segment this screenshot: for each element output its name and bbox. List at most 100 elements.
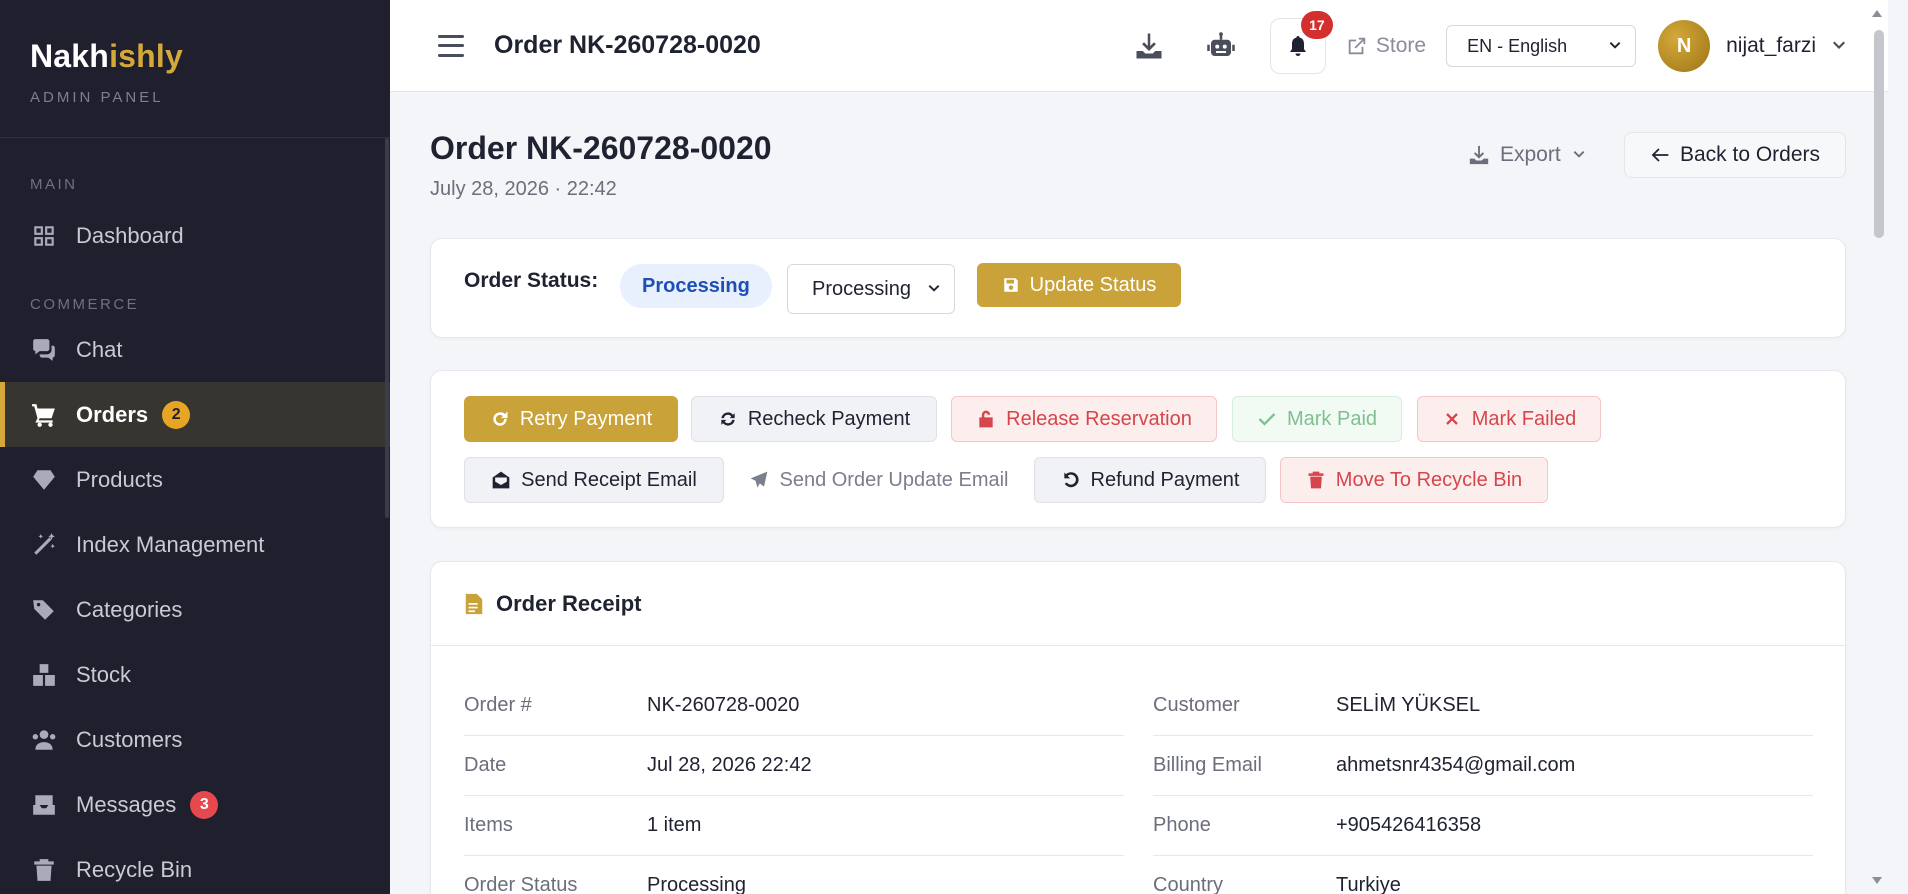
receipt-row: Date Jul 28, 2026 22:42: [464, 736, 1124, 796]
export-dropdown[interactable]: Export: [1468, 132, 1587, 178]
receipt-value: SELİM YÜKSEL: [1336, 694, 1481, 716]
sidebar-item-orders[interactable]: Orders 2: [0, 382, 390, 447]
recheck-payment-button[interactable]: Recheck Payment: [691, 396, 937, 442]
chevron-down-icon: [1573, 151, 1585, 158]
mark-paid-button[interactable]: Mark Paid: [1232, 396, 1402, 442]
sidebar-item-dashboard[interactable]: Dashboard: [0, 203, 390, 268]
status-badge: Processing: [620, 264, 772, 308]
section-label-commerce: COMMERCE: [30, 296, 140, 313]
tags-icon: [30, 596, 58, 624]
arrow-left-icon: [1651, 148, 1669, 162]
chevron-down-icon: [928, 285, 940, 292]
bell-icon: [1289, 36, 1306, 56]
order-receipt-card: Order Receipt Order # NK-260728-0020 Date…: [430, 561, 1846, 894]
menu-toggle-icon[interactable]: [438, 34, 464, 57]
undo-icon: [1063, 472, 1079, 488]
chevron-down-icon[interactable]: [1830, 37, 1848, 55]
dashboard-icon: [30, 222, 58, 250]
brand-subtitle: ADMIN PANEL: [30, 89, 164, 106]
sidebar-scrollbar[interactable]: [385, 138, 389, 518]
scroll-up-arrow[interactable]: [1872, 10, 1882, 17]
page-scrollbar[interactable]: [1874, 30, 1884, 238]
mark-failed-button[interactable]: Mark Failed: [1417, 396, 1601, 442]
receipt-key: Customer: [1153, 694, 1240, 716]
store-link[interactable]: Store: [1346, 34, 1426, 58]
avatar[interactable]: N: [1658, 20, 1711, 72]
order-date: July 28, 2026 · 22:42: [430, 178, 617, 200]
username[interactable]: nijat_farzi: [1726, 34, 1816, 58]
receipt-row: Order Status Processing: [464, 856, 1124, 894]
file-invoice-icon: [465, 593, 483, 614]
send-order-update-email-button[interactable]: Send Order Update Email: [747, 457, 1011, 503]
sidebar-item-chat[interactable]: Chat: [0, 317, 390, 382]
receipt-row: Country Turkiye: [1153, 856, 1813, 894]
sidebar-item-categories[interactable]: Categories: [0, 577, 390, 642]
receipt-value: +905426416358: [1336, 814, 1482, 836]
refund-payment-button[interactable]: Refund Payment: [1034, 457, 1266, 503]
receipt-header: Order Receipt: [431, 562, 1845, 646]
download-icon[interactable]: [1126, 23, 1172, 69]
receipt-value: Processing: [647, 874, 746, 894]
sidebar-item-label: Index Management: [76, 531, 265, 557]
sidebar-item-recycle-bin[interactable]: Recycle Bin: [0, 837, 390, 894]
scroll-down-arrow[interactable]: [1872, 877, 1882, 884]
unlock-icon: [979, 410, 993, 428]
section-label-main: MAIN: [30, 176, 78, 193]
notifications-button[interactable]: 17: [1269, 11, 1333, 74]
release-reservation-label: Release Reservation: [1006, 407, 1192, 430]
sidebar-item-customers[interactable]: Customers: [0, 707, 390, 772]
sidebar-item-label: Categories: [76, 596, 183, 622]
send-receipt-email-button[interactable]: Send Receipt Email: [464, 457, 724, 503]
wand-icon: [30, 531, 58, 559]
chat-icon: [30, 336, 58, 364]
receipt-row: Billing Email ahmetsnr4354@gmail.com: [1153, 736, 1813, 796]
messages-count-badge: 3: [190, 790, 219, 819]
close-icon: [1445, 413, 1458, 425]
retry-payment-button[interactable]: Retry Payment: [464, 396, 678, 442]
receipt-row: Customer SELİM YÜKSEL: [1153, 676, 1813, 736]
main-content: Order NK-260728-0020 July 28, 2026 · 22:…: [390, 10, 1888, 894]
receipt-row: Order # NK-260728-0020: [464, 676, 1124, 736]
robot-icon[interactable]: [1198, 23, 1244, 69]
status-select-value: Processing: [812, 277, 911, 300]
receipt-value: ahmetsnr4354@gmail.com: [1336, 754, 1576, 776]
receipt-value: NK-260728-0020: [647, 694, 800, 716]
receipt-key: Country: [1153, 874, 1224, 894]
brand-logo: Nakhishly: [30, 38, 183, 74]
language-select[interactable]: EN - English: [1446, 25, 1637, 67]
sidebar-item-label: Orders: [76, 401, 149, 427]
cart-icon: [30, 401, 58, 429]
orders-count-badge: 2: [162, 400, 191, 429]
receipt-key: Billing Email: [1153, 754, 1262, 776]
update-status-button[interactable]: Update Status: [977, 263, 1181, 307]
back-to-orders-button[interactable]: Back to Orders: [1624, 132, 1846, 178]
sidebar-item-label: Stock: [76, 661, 132, 687]
page-title: Order NK-260728-0020: [430, 130, 772, 166]
chevron-down-icon: [1609, 42, 1621, 49]
brand[interactable]: Nakhishly ADMIN PANEL: [0, 0, 390, 138]
status-select[interactable]: Processing: [787, 264, 955, 314]
receipt-value: 1 item: [647, 814, 702, 836]
order-status-card: Order Status: Processing Processing Upda…: [430, 238, 1846, 338]
language-select-value: EN - English: [1467, 35, 1568, 56]
sidebar-item-label: Customers: [76, 726, 183, 752]
order-actions-card: Retry Payment Recheck Payment Release Re…: [430, 370, 1846, 528]
receipt-key: Order #: [464, 694, 532, 716]
sidebar-item-index-management[interactable]: Index Management: [0, 512, 390, 577]
topbar: Order NK-260728-0020 17 Store EN - Engli…: [390, 0, 1888, 92]
inbox-icon: [30, 791, 58, 819]
trash-icon: [1308, 471, 1324, 489]
send-order-update-email-label: Send Order Update Email: [779, 468, 1009, 491]
sidebar-item-products[interactable]: Products: [0, 447, 390, 512]
receipt-key: Items: [464, 814, 513, 836]
sidebar-item-messages[interactable]: Messages 3: [0, 772, 390, 837]
receipt-key: Order Status: [464, 874, 578, 894]
sidebar-item-label: Chat: [76, 336, 123, 362]
release-reservation-button[interactable]: Release Reservation: [951, 396, 1217, 442]
external-link-icon: [1348, 37, 1366, 55]
sidebar-item-stock[interactable]: Stock: [0, 642, 390, 707]
move-to-recycle-bin-button[interactable]: Move To Recycle Bin: [1280, 457, 1548, 503]
retry-payment-label: Retry Payment: [519, 407, 653, 430]
order-status-label: Order Status:: [464, 269, 599, 292]
sync-icon: [721, 412, 735, 426]
